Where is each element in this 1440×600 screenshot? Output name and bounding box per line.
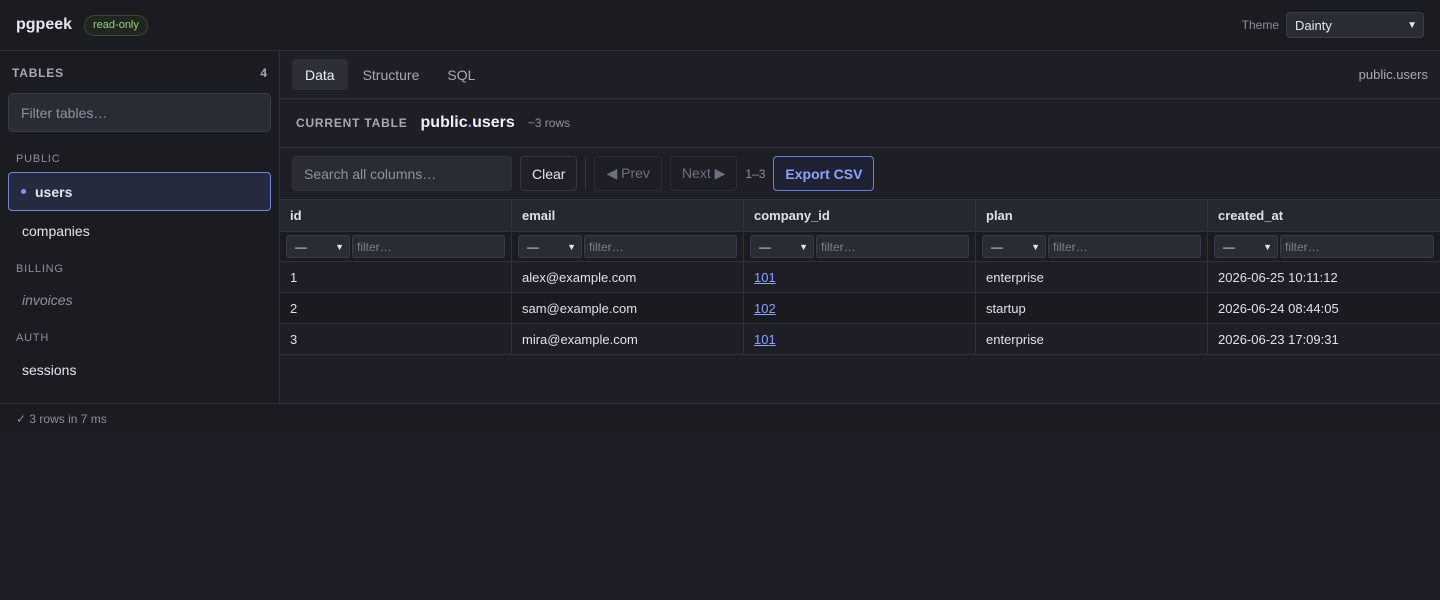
current-table-label: CURRENT TABLE [296,116,408,130]
chevron-down-icon: ▼ [335,241,344,252]
theme-label: Theme [1241,18,1279,32]
filter-operator-select[interactable]: — ▼ [750,235,814,258]
chevron-down-icon: ▼ [1407,19,1417,31]
table-cell: 2026-06-25 10:11:12 [1218,269,1338,285]
active-dot-icon [21,189,26,194]
table-header: id email company_id plan created_at [280,200,1440,232]
table-row: 2 sam@example.com 102 startup 2026-06-24… [280,293,1440,324]
column-filter: — ▼ filter… [512,232,744,261]
theme-select[interactable]: Dainty ▼ [1286,12,1424,38]
filter-input[interactable]: filter… [584,235,737,258]
column-header[interactable]: plan [976,200,1208,231]
table-row: 1 alex@example.com 101 enterprise 2026-0… [280,262,1440,293]
filter-operator-value: — [527,239,539,254]
current-table-name: public.users [421,114,515,132]
table-cell: mira@example.com [512,324,744,354]
export-csv-button[interactable]: Export CSV [773,156,875,191]
page-range: 1–3 [745,166,766,181]
table-cell: 2 [280,293,512,323]
table-cell: 101 [744,324,976,354]
table-cell: sam@example.com [512,293,744,323]
table-cell: 2026-06-23 17:09:31 [1218,331,1339,347]
foreign-key-link[interactable]: 101 [754,270,776,285]
table-row: 3 mira@example.com 101 enterprise 2026-0… [280,324,1440,355]
table-cell: 3 [280,324,512,354]
sidebar-item-label: companies [22,222,90,239]
sidebar-item-label: invoices [22,291,73,308]
filter-operator-select[interactable]: — ▼ [286,235,350,258]
group-label-billing: BILLING [16,263,64,275]
column-header[interactable]: created_at [1208,200,1440,231]
column-header[interactable]: id [280,200,512,231]
filter-operator-value: — [1223,239,1235,254]
sidebar-item-companies[interactable]: companies [8,211,271,250]
filter-input[interactable]: filter… [816,235,969,258]
theme-select-value: Dainty [1295,17,1332,33]
breadcrumb: public.users [1358,67,1428,82]
column-filters-row: — ▼ filter… — ▼ filter… — ▼ filter… — ▼ filt… [280,232,1440,262]
filter-input[interactable]: filter… [352,235,505,258]
filter-operator-value: — [991,239,1003,254]
filter-input[interactable]: filter… [1048,235,1201,258]
column-header[interactable]: email [512,200,744,231]
filter-operator-select[interactable]: — ▼ [518,235,582,258]
search-input[interactable]: Search all columns… [292,156,512,191]
filter-input[interactable]: filter… [1280,235,1434,258]
column-filter: — ▼ filter… [1208,232,1440,261]
row-estimate: ~3 rows [527,116,571,130]
sidebar-item-sessions[interactable]: sessions [8,350,271,389]
table-cell: startup [976,293,1208,323]
sidebar: TABLES 4 Filter tables… PUBLIC users com… [0,51,280,403]
table-cell: enterprise [976,262,1208,292]
table-cell: enterprise [976,324,1208,354]
filter-tables-input[interactable]: Filter tables… [8,93,271,132]
clear-button[interactable]: Clear [520,156,578,191]
tab-sql[interactable]: SQL [434,59,488,90]
sidebar-item-invoices[interactable]: invoices [8,280,271,319]
chevron-down-icon: ▼ [799,241,808,252]
filter-operator-select[interactable]: — ▼ [982,235,1046,258]
toolbar-divider [585,157,587,190]
filter-operator-value: — [295,239,307,254]
column-header[interactable]: company_id [744,200,976,231]
read-only-badge: read-only [84,14,148,36]
top-header: pgpeek read-only Theme Dainty ▼ [0,0,1440,51]
tab-bar: Data Structure SQL public.users [280,51,1440,99]
table-cell: alex@example.com [512,262,744,292]
data-toolbar: Search all columns… Clear ◀ Prev Next ▶ … [280,148,1440,200]
sidebar-item-label: sessions [22,361,77,378]
main-panel: Data Structure SQL public.users CURRENT … [280,51,1440,403]
current-table-bar: CURRENT TABLE public.users ~3 rows [280,99,1440,148]
column-filter: — ▼ filter… [744,232,976,261]
column-filter: — ▼ filter… [976,232,1208,261]
next-button[interactable]: Next ▶ [669,156,738,191]
current-table: users [472,114,515,131]
filter-operator-select[interactable]: — ▼ [1214,235,1278,258]
chevron-down-icon: ▼ [1263,241,1272,252]
filter-operator-value: — [759,239,771,254]
sidebar-title: TABLES [12,66,64,80]
chevron-down-icon: ▼ [567,241,576,252]
table-cell: 1 [280,262,512,292]
chevron-down-icon: ▼ [1031,241,1040,252]
table-cell: 102 [744,293,976,323]
sidebar-item-label: users [35,183,73,200]
sidebar-item-users[interactable]: users [8,172,271,211]
tab-data[interactable]: Data [292,59,348,90]
app-window: pgpeek read-only Theme Dainty ▼ TABLES 4… [0,0,1440,600]
prev-button[interactable]: ◀ Prev [594,156,662,191]
table-count: 4 [260,66,267,80]
tab-structure[interactable]: Structure [350,59,433,90]
foreign-key-link[interactable]: 102 [754,301,776,316]
group-label-auth: AUTH [16,332,50,344]
column-filter: — ▼ filter… [280,232,512,261]
app-name: pgpeek [16,16,73,33]
table-cell: 2026-06-24 08:44:05 [1218,300,1339,316]
data-grid: id email company_id plan created_at — ▼ f… [280,200,1440,355]
status-bar: ✓ 3 rows in 7 ms [0,403,1440,434]
table-cell: 101 [744,262,976,292]
foreign-key-link[interactable]: 101 [754,332,776,347]
group-label-public: PUBLIC [16,153,61,165]
current-schema: public [420,114,468,131]
